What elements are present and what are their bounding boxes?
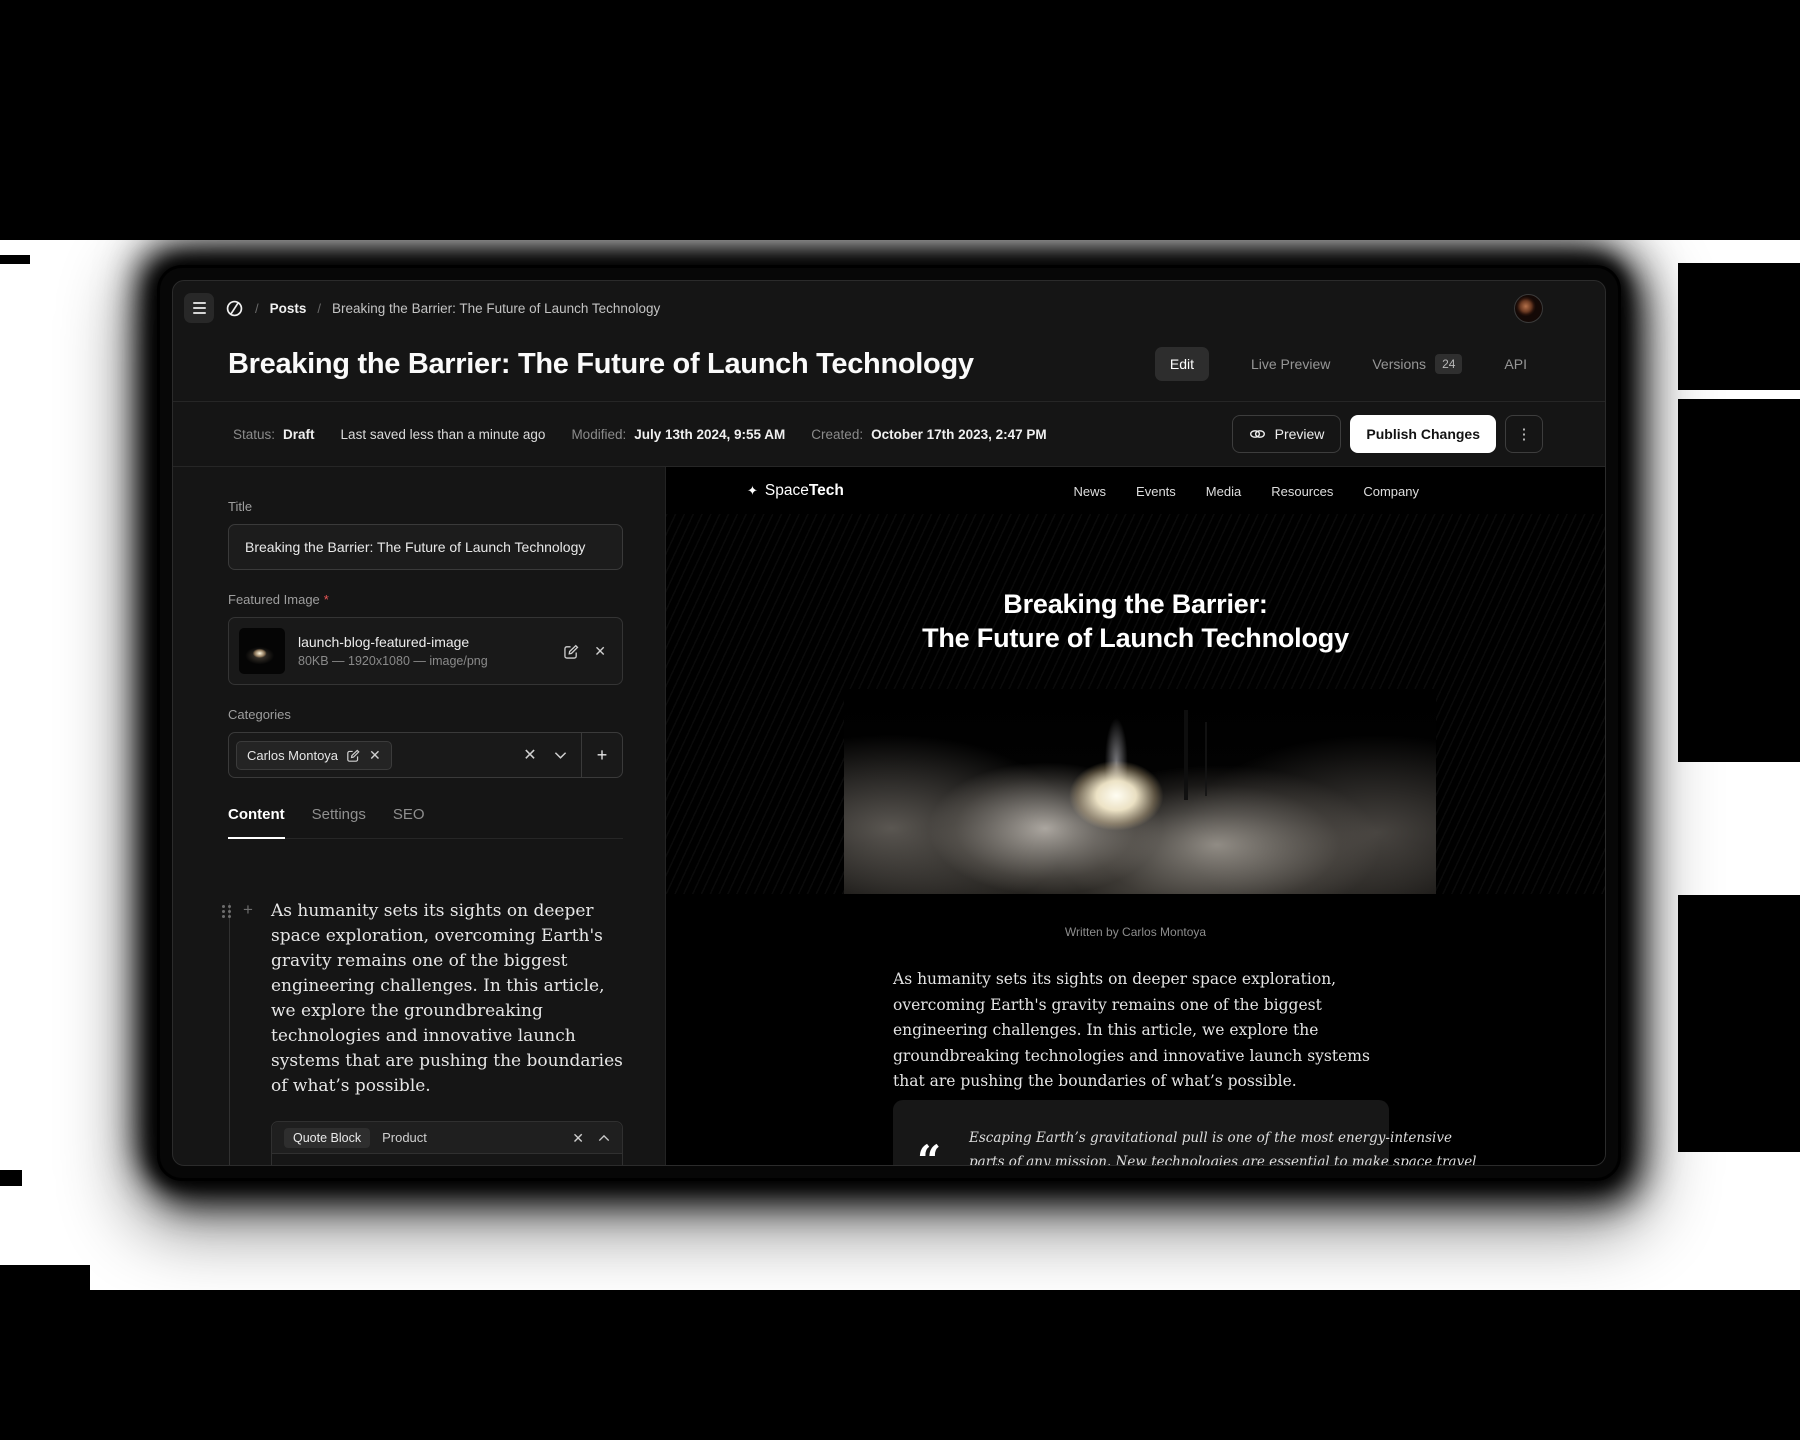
main-content: Title Featured Image * launch-blog-featu… [173, 467, 1605, 1165]
tab-versions-label: Versions [1372, 356, 1426, 372]
frame-bar-right-2 [1678, 399, 1800, 762]
avatar[interactable] [1514, 294, 1543, 323]
nav-item-resources[interactable]: Resources [1271, 484, 1333, 499]
versions-count-badge: 24 [1435, 354, 1462, 374]
nav-item-events[interactable]: Events [1136, 484, 1176, 499]
quote-mark-icon: “ [917, 1140, 941, 1165]
edit-image-icon[interactable] [564, 644, 579, 659]
categories-label: Categories [228, 707, 623, 722]
categories-select[interactable]: Carlos Montoya ✕ ✕ [228, 732, 623, 778]
last-saved-text: Last saved less than a minute ago [341, 427, 546, 442]
link-icon [1249, 428, 1266, 440]
page-canvas: / Posts / Breaking the Barrier: The Futu… [0, 0, 1800, 1440]
more-options-button[interactable]: ⋮ [1505, 415, 1543, 453]
breadcrumb-current: Breaking the Barrier: The Future of Laun… [332, 301, 660, 316]
modified-label: Modified: [571, 427, 626, 442]
nav-item-media[interactable]: Media [1206, 484, 1241, 499]
quote-block-header[interactable]: Quote Block Product ✕ [272, 1122, 622, 1154]
publish-changes-button[interactable]: Publish Changes [1350, 415, 1496, 453]
collapse-block-icon[interactable] [598, 1134, 610, 1142]
frame-bar-left-2 [0, 1170, 22, 1186]
block-type-pill: Quote Block [284, 1128, 370, 1148]
featured-image-thumbnail[interactable] [239, 628, 285, 674]
chevron-down-icon[interactable] [545, 751, 575, 760]
tab-edit[interactable]: Edit [1155, 347, 1209, 381]
frame-bar-bottom [0, 1290, 1800, 1440]
remove-category-icon[interactable]: ✕ [369, 748, 381, 762]
kebab-icon: ⋮ [1517, 425, 1532, 443]
page-title: Breaking the Barrier: The Future of Laun… [228, 348, 974, 381]
publish-button-label: Publish Changes [1366, 426, 1480, 442]
brand-suffix: Tech [809, 482, 844, 499]
tab-versions[interactable]: Versions 24 [1372, 354, 1462, 374]
created-label: Created: [811, 427, 863, 442]
category-chip-label: Carlos Montoya [247, 748, 338, 763]
category-chip[interactable]: Carlos Montoya ✕ [236, 741, 392, 770]
remove-block-icon[interactable]: ✕ [572, 1131, 584, 1145]
preview-quote-card: “ Escaping Earth’s gravitational pull is… [893, 1100, 1389, 1165]
featured-image-meta: 80KB — 1920x1080 — image/png [298, 654, 488, 668]
action-buttons: Preview Publish Changes ⋮ [1232, 415, 1543, 453]
title-row: Breaking the Barrier: The Future of Laun… [173, 335, 1605, 401]
brand-logo[interactable]: ✦ SpaceTech [747, 482, 844, 500]
app-logo-icon[interactable] [225, 299, 244, 318]
quote-block-body[interactable]: + Escaping Earth’s gravitational pull is… [272, 1154, 622, 1165]
frame-bar-left-1 [0, 255, 30, 264]
status-label: Status: [233, 427, 275, 442]
preview-paragraph: As humanity sets its sights on deeper sp… [893, 967, 1398, 1095]
featured-image-filename[interactable]: launch-blog-featured-image [298, 634, 488, 650]
add-block-icon[interactable]: + [243, 900, 253, 920]
preview-byline: Written by Carlos Montoya [666, 925, 1605, 939]
app-header: / Posts / Breaking the Barrier: The Futu… [173, 281, 1605, 335]
status-value: Draft [283, 427, 315, 442]
preview-site-header: ✦ SpaceTech News Events Media Resources … [747, 467, 1419, 515]
modified-value: July 13th 2024, 9:55 AM [634, 427, 785, 442]
hero-launch-image [844, 689, 1436, 894]
richtext-editor[interactable]: + As humanity sets its sights on deeper … [228, 899, 623, 1165]
tab-seo[interactable]: SEO [393, 806, 425, 838]
tab-live-preview[interactable]: Live Preview [1251, 356, 1330, 372]
breadcrumb-separator: / [255, 301, 259, 316]
featured-image-label: Featured Image * [228, 592, 623, 607]
app-window: / Posts / Breaking the Barrier: The Futu… [160, 268, 1618, 1178]
frame-bar-right-3 [1678, 895, 1800, 1152]
star-icon: ✦ [747, 483, 758, 499]
editor-panel: Title Featured Image * launch-blog-featu… [173, 467, 666, 1165]
quote-block-card: Quote Block Product ✕ [271, 1121, 623, 1165]
featured-image-card: launch-blog-featured-image 80KB — 1920x1… [228, 617, 623, 685]
block-name-label: Product [382, 1130, 427, 1145]
frame-bar-left-3 [0, 1265, 90, 1290]
preview-article-title: Breaking the Barrier: The Future of Laun… [666, 587, 1605, 655]
breadcrumb-separator: / [317, 301, 321, 316]
frame-bar-right-1 [1678, 263, 1800, 390]
live-preview-panel: ✦ SpaceTech News Events Media Resources … [666, 467, 1605, 1165]
preview-button[interactable]: Preview [1232, 415, 1342, 453]
preview-nav: News Events Media Resources Company [1074, 484, 1419, 499]
clear-select-icon[interactable]: ✕ [515, 745, 545, 765]
tab-api[interactable]: API [1504, 356, 1527, 372]
title-input[interactable] [228, 524, 623, 570]
app-panel: / Posts / Breaking the Barrier: The Futu… [172, 280, 1606, 1166]
add-category-button[interactable]: + [582, 733, 622, 777]
tab-settings[interactable]: Settings [312, 806, 366, 838]
block-guide-line [229, 903, 230, 1165]
editor-tabs: Content Settings SEO [228, 806, 623, 839]
nav-item-company[interactable]: Company [1363, 484, 1419, 499]
edit-category-icon[interactable] [347, 749, 360, 762]
nav-item-news[interactable]: News [1074, 484, 1107, 499]
drag-handle-icon[interactable] [222, 905, 233, 918]
brand-prefix: Space [765, 482, 809, 499]
editor-paragraph[interactable]: As humanity sets its sights on deeper sp… [271, 899, 629, 1099]
breadcrumb-posts-link[interactable]: Posts [270, 301, 307, 316]
created-value: October 17th 2023, 2:47 PM [871, 427, 1047, 442]
frame-bar-top [0, 0, 1800, 240]
view-tabs: Edit Live Preview Versions 24 API [1155, 347, 1527, 381]
menu-icon[interactable] [184, 293, 214, 323]
preview-button-label: Preview [1275, 426, 1325, 442]
remove-image-icon[interactable]: ✕ [594, 644, 606, 658]
title-field-label: Title [228, 499, 623, 514]
required-asterisk: * [324, 592, 329, 607]
tab-content[interactable]: Content [228, 806, 285, 839]
status-bar: Status: Draft Last saved less than a min… [173, 401, 1605, 467]
